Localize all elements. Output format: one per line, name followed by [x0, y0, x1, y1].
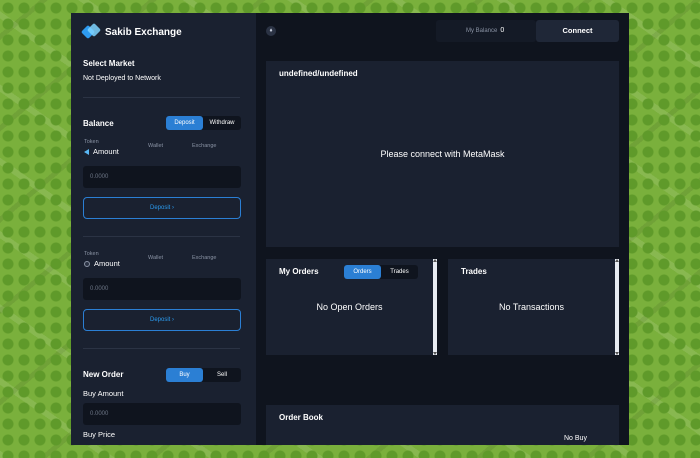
- connect-message: Please connect with MetaMask: [380, 149, 505, 159]
- token-label: Token: [84, 139, 99, 145]
- trades-title: Trades: [461, 267, 487, 276]
- my-orders-panel: My Orders Orders Trades No Open Orders: [266, 259, 437, 355]
- order-tabs: Buy Sell: [166, 368, 241, 382]
- deposit-button[interactable]: Deposit ›: [83, 197, 241, 219]
- token-label: Token: [84, 251, 99, 257]
- divider: [83, 97, 240, 98]
- brand-name: Sakib Exchange: [105, 26, 182, 38]
- divider: [83, 348, 240, 349]
- buy-amount-input[interactable]: 0.0000: [83, 403, 241, 425]
- top-bar: ♦ My Balance 0 Connect: [256, 13, 629, 57]
- select-market-title: Select Market: [83, 59, 135, 68]
- trades-panel: Trades No Transactions: [448, 259, 619, 355]
- scrollbar[interactable]: [433, 259, 437, 355]
- scrollbar[interactable]: [615, 259, 619, 355]
- sidebar: Sakib Exchange Select Market Not Deploye…: [71, 13, 256, 445]
- tab-buy[interactable]: Buy: [166, 368, 203, 382]
- main-content: ♦ My Balance 0 Connect undefined/undefine…: [256, 13, 629, 445]
- divider: [83, 236, 240, 237]
- connect-button[interactable]: Connect: [536, 20, 619, 42]
- token-amount-row: Amount: [84, 259, 120, 268]
- token-amount-row: Amount: [84, 147, 119, 156]
- balance-value: 0: [500, 27, 505, 34]
- order-book-title: Order Book: [279, 413, 324, 422]
- tab-withdraw[interactable]: Withdraw: [203, 116, 241, 130]
- no-buy-message: No Buy: [564, 435, 587, 442]
- market-select[interactable]: Not Deployed to Network: [83, 75, 161, 82]
- no-orders-message: No Open Orders: [316, 302, 383, 312]
- balance-title: Balance: [83, 119, 114, 128]
- brand: Sakib Exchange: [80, 22, 182, 40]
- buy-amount-label: Buy Amount: [83, 389, 124, 398]
- no-trades-message: No Transactions: [498, 302, 565, 312]
- balance-display: My Balance 0: [436, 20, 536, 42]
- order-book-panel: Order Book No Buy: [266, 405, 619, 445]
- balance-tabs: Deposit Withdraw: [166, 116, 241, 130]
- wallet-label: Wallet: [148, 143, 164, 149]
- deposit-amount-input[interactable]: 0.0000: [83, 166, 241, 188]
- tab-orders[interactable]: Orders: [344, 265, 381, 279]
- tab-trades[interactable]: Trades: [381, 265, 418, 279]
- buy-price-label: Buy Price: [83, 430, 116, 439]
- ethereum-icon: ♦: [266, 26, 276, 36]
- exchange-app: Sakib Exchange Select Market Not Deploye…: [71, 13, 629, 445]
- market-pair-title: undefined/undefined: [279, 69, 358, 78]
- exchange-label: Exchange: [192, 143, 217, 149]
- amount-label: Amount: [94, 259, 120, 268]
- tab-sell[interactable]: Sell: [203, 368, 241, 382]
- new-order-title: New Order: [83, 370, 124, 379]
- my-orders-tabs: Orders Trades: [344, 265, 418, 279]
- tab-deposit[interactable]: Deposit: [166, 116, 203, 130]
- token-icon: [84, 261, 90, 268]
- chart-panel: undefined/undefined Please connect with …: [266, 61, 619, 247]
- balance-label: My Balance: [466, 28, 498, 34]
- amount-label: Amount: [93, 147, 119, 156]
- logo-icon: [80, 22, 102, 40]
- wallet-label: Wallet: [148, 255, 164, 261]
- deposit-amount-input[interactable]: 0.0000: [83, 278, 241, 300]
- token-icon: [84, 149, 89, 156]
- my-orders-title: My Orders: [279, 267, 319, 276]
- exchange-label: Exchange: [192, 255, 217, 261]
- deposit-button[interactable]: Deposit ›: [83, 309, 241, 331]
